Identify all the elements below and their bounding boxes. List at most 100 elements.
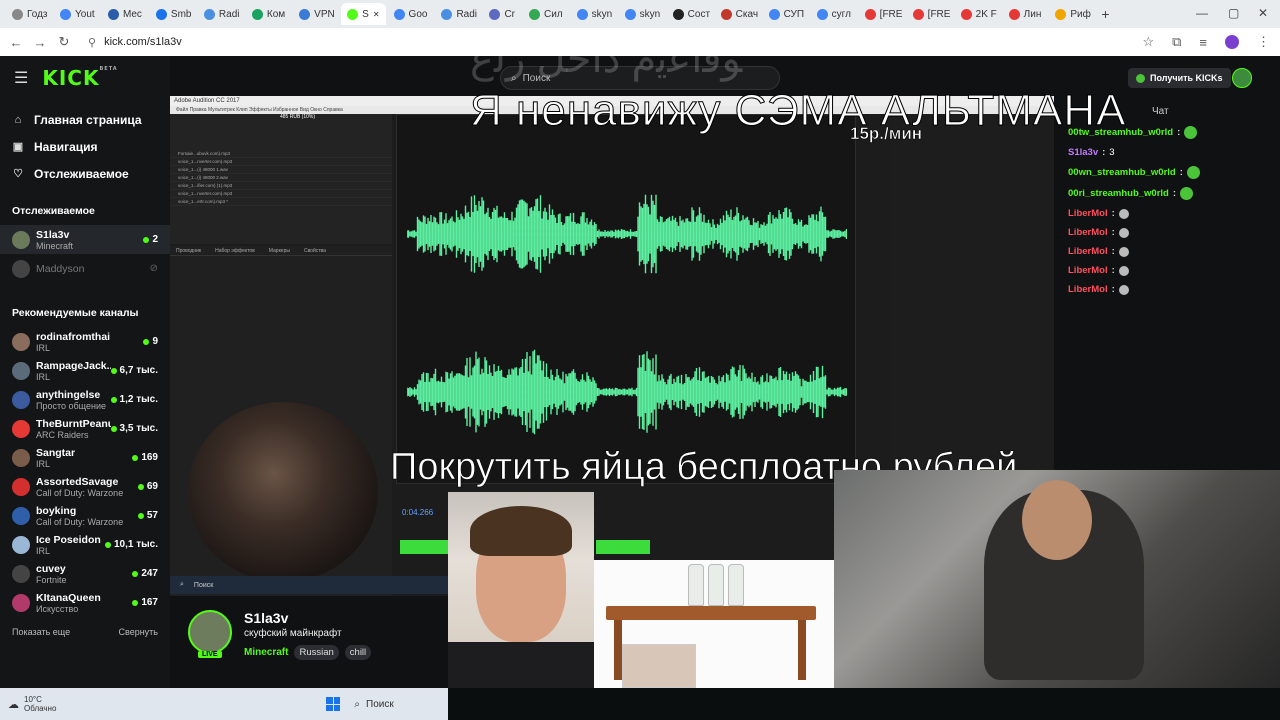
audio-file-row[interactable]: voice_1...(i) 48000 1.wav [170, 166, 392, 174]
streamer-name[interactable]: S1la3v [244, 610, 371, 626]
chat-username[interactable]: LiberMol [1068, 265, 1108, 276]
extensions-icon[interactable]: ⧉ [1172, 34, 1181, 50]
live-dot-icon [143, 236, 150, 243]
channel-item[interactable]: TheBurntPeanut ARC Raiders 3,5 тыс. [0, 414, 170, 443]
effects-tab[interactable]: Набор эффектов [215, 248, 255, 254]
browser-tab[interactable]: [FRE [859, 3, 905, 25]
nav-home[interactable]: ⌂ Главная страница [0, 106, 170, 133]
effects-tab[interactable]: Свойства [304, 248, 326, 254]
browser-tab[interactable]: Ком [246, 3, 291, 25]
chat-username[interactable]: LiberMol [1068, 227, 1108, 238]
audio-file-row[interactable]: Forsaie...ubuvk.com).mp3 [170, 150, 392, 158]
windows-start-icon[interactable] [326, 697, 341, 711]
browser-tab[interactable]: Smb [150, 3, 196, 25]
channel-item[interactable]: Sangtar IRL 169 [0, 443, 170, 472]
chat-username[interactable]: 00wn_streamhub_w0rld [1068, 167, 1176, 178]
kick-logo[interactable]: KICKBETA [42, 66, 117, 90]
channel-avatar [12, 506, 30, 525]
browser-tab[interactable]: S ✕ [341, 3, 386, 25]
audio-file-row[interactable]: voice_1...(i) 48000 2.wav [170, 174, 392, 182]
stream-player[interactable]: Adobe Audition CC 2017 Файл Правка Мульт… [170, 56, 1280, 688]
nav-following[interactable]: ♡ Отслеживаемое [0, 160, 170, 187]
get-kicks-button[interactable]: Получить KICKs [1128, 68, 1231, 88]
effects-tab[interactable]: Маркеры [269, 248, 290, 254]
tab-favicon-icon [347, 8, 359, 20]
chat-username[interactable]: LiberMol [1068, 208, 1108, 219]
browser-tab[interactable]: skyn [619, 3, 665, 25]
browser-tab[interactable]: СУП [763, 3, 809, 25]
stream-tag[interactable]: chill [344, 645, 372, 660]
chat-username[interactable]: 00ri_streamhub_w0rld [1068, 188, 1169, 199]
browser-tab[interactable]: Cr [483, 3, 521, 25]
screaming-face-image [622, 644, 696, 688]
profile-avatar[interactable] [1225, 35, 1239, 49]
kick-logo-text: KICK [42, 66, 100, 90]
back-icon[interactable]: ← [4, 35, 28, 50]
weather-widget[interactable]: ☁ 10°C Облачно [8, 695, 56, 713]
tab-close-icon[interactable]: ✕ [373, 10, 380, 19]
browser-tab[interactable]: Сил [523, 3, 569, 25]
channel-avatar [12, 448, 30, 467]
close-window-icon[interactable]: ✕ [1258, 6, 1268, 20]
channel-item[interactable]: KItanaQueen Искусство 167 [0, 588, 170, 617]
audio-file-row[interactable]: voice_1...ertr.com).mp3 * [170, 198, 392, 206]
browser-tab[interactable]: Goo [388, 3, 434, 25]
chat-username[interactable]: LiberMol [1068, 246, 1108, 257]
browser-tab[interactable]: сугл [811, 3, 857, 25]
url-field[interactable]: ⚲ kick.com/s1la3v [88, 36, 182, 49]
browser-menu-icon[interactable]: ⋮ [1257, 34, 1270, 50]
stream-tag[interactable]: Russian [294, 645, 339, 660]
effects-tab[interactable]: Проводник [176, 248, 201, 254]
audio-file-row[interactable]: voice_1...nverter.com).mp3 [170, 190, 392, 198]
browser-tab[interactable]: skyn [571, 3, 617, 25]
channel-item[interactable]: anythingelse Просто общение 1,2 тыс. [0, 385, 170, 414]
nav-browse[interactable]: ▣ Навигация [0, 133, 170, 160]
maximize-icon[interactable]: ▢ [1228, 6, 1239, 20]
site-info-icon[interactable]: ⚲ [88, 36, 96, 49]
collapse-link[interactable]: Свернуть [119, 627, 158, 637]
reload-icon[interactable]: ↻ [52, 34, 76, 50]
browser-tab[interactable]: [FRE [907, 3, 953, 25]
browser-tab[interactable]: Лин [1003, 3, 1048, 25]
channel-item[interactable]: rodinafromthai IRL 9 [0, 327, 170, 356]
chat-username[interactable]: 00tw_streamhub_w0rld [1068, 127, 1173, 138]
heart-icon: ♡ [13, 168, 23, 180]
menu-icon[interactable]: ☰ [14, 68, 28, 88]
stream-category[interactable]: Minecraft [244, 647, 288, 658]
chat-username[interactable]: S1la3v [1068, 147, 1098, 158]
minimize-icon[interactable]: — [1196, 6, 1208, 20]
channel-item[interactable]: RampageJack... IRL 6,7 тыс. [0, 356, 170, 385]
chat-messages: 00tw_streamhub_w0rld: S1la3v:3 00wn_stream… [1054, 126, 1280, 295]
audio-file-row[interactable]: voice_1...nverter.com).mp3 [170, 158, 392, 166]
media-icon[interactable]: ≡ [1199, 35, 1207, 50]
channel-item[interactable]: S1la3v Minecraft 2 [0, 225, 170, 254]
browser-tab[interactable]: Риф [1049, 3, 1095, 25]
user-avatar[interactable] [1232, 68, 1252, 88]
chat-message: LiberMol: [1068, 265, 1280, 276]
channel-item[interactable]: Maddyson ⊘ [0, 254, 170, 283]
browser-tab[interactable]: Скач [715, 3, 761, 25]
show-more-link[interactable]: Показать еще [12, 627, 70, 637]
browser-tab[interactable]: 2K F [955, 3, 1001, 25]
channel-item[interactable]: cuvey Fortnite 247 [0, 559, 170, 588]
channel-item[interactable]: Ice Poseidon IRL 10,1 тыс. [0, 530, 170, 559]
channel-name: KItanaQueen [36, 591, 101, 604]
bookmark-star-icon[interactable]: ☆ [1142, 34, 1154, 50]
taskbar-search[interactable]: ⌕ Поиск [354, 699, 393, 710]
browser-tab[interactable]: Mec [102, 3, 148, 25]
streamer-avatar[interactable]: LIVE [188, 610, 232, 658]
channel-item[interactable]: boyking Call of Duty: Warzone 57 [0, 501, 170, 530]
browser-tab[interactable]: Radi [435, 3, 481, 25]
channel-item[interactable]: AssortedSavage Call of Duty: Warzone 69 [0, 472, 170, 501]
audio-file-row[interactable]: voice_1...ifier.com) (1).mp3 [170, 182, 392, 190]
browser-tab[interactable]: VPN [293, 3, 339, 25]
chat-username[interactable]: LiberMol [1068, 284, 1108, 295]
browser-tab-bar: Годз Yout Mec Smb Radi Ком VPN S ✕ Goo Radi Cr Сил sk… [0, 0, 1280, 28]
browser-tab[interactable]: Сост [667, 3, 713, 25]
forward-icon[interactable]: → [28, 35, 52, 50]
new-tab-icon[interactable]: + [1101, 6, 1109, 22]
tab-favicon-icon [441, 8, 453, 20]
browser-tab[interactable]: Radi [198, 3, 244, 25]
browser-tab[interactable]: Yout [54, 3, 100, 25]
browser-tab[interactable]: Годз [6, 3, 52, 25]
